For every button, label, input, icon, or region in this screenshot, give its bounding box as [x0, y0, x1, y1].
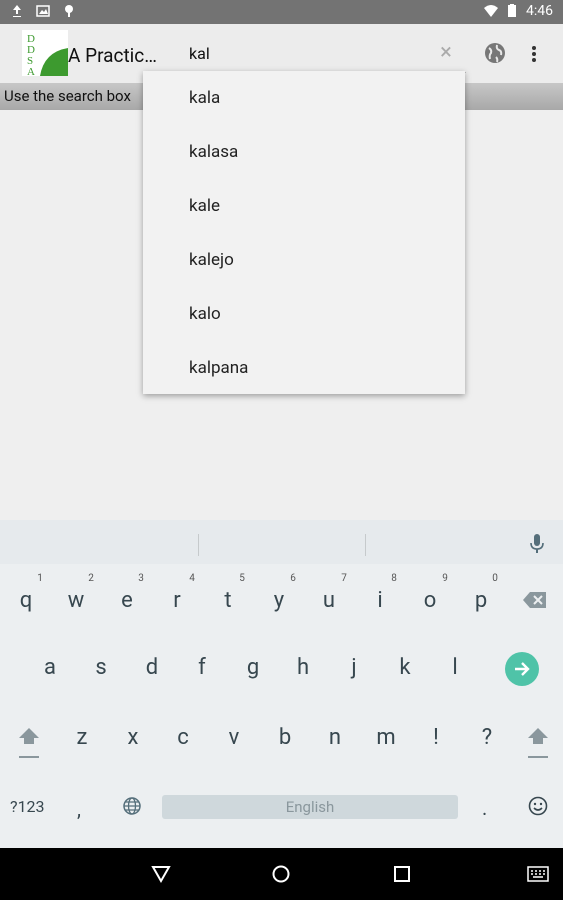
key-exclamation[interactable]: !	[421, 725, 451, 750]
suggestion-item[interactable]: kala	[189, 88, 220, 108]
space-bar[interactable]: English	[162, 795, 458, 819]
svg-text:A: A	[27, 66, 35, 76]
key-hint: 6	[290, 573, 296, 584]
key-u[interactable]: u	[314, 588, 344, 613]
key-a[interactable]: a	[35, 655, 65, 680]
suggestion-divider	[365, 534, 366, 556]
suggestion-item[interactable]: kalejo	[189, 250, 234, 270]
suggestion-item[interactable]: kalpana	[189, 358, 248, 378]
key-l[interactable]: l	[440, 655, 470, 680]
key-r[interactable]: r	[162, 588, 192, 613]
key-q[interactable]: q	[11, 588, 41, 613]
enter-button[interactable]	[505, 652, 539, 686]
key-e[interactable]: e	[112, 588, 142, 613]
key-t[interactable]: t	[213, 588, 243, 613]
suggestion-dropdown: kala kalasa kale kalejo kalo kalpana	[143, 71, 465, 394]
image-icon	[36, 5, 50, 17]
key-k[interactable]: k	[390, 655, 420, 680]
arrow-right-icon	[515, 662, 530, 676]
upload-icon	[13, 5, 21, 17]
key-s[interactable]: s	[86, 655, 116, 680]
battery-icon	[508, 4, 516, 17]
system-nav-bar	[0, 848, 563, 900]
shift-icon[interactable]	[525, 726, 551, 760]
keyboard-suggestion-strip	[0, 520, 563, 564]
suggestion-item[interactable]: kale	[189, 196, 220, 216]
key-period[interactable]: .	[482, 796, 487, 820]
key-g[interactable]: g	[238, 655, 268, 680]
overflow-menu-icon[interactable]	[527, 44, 541, 64]
clear-search-icon[interactable]: ×	[436, 42, 456, 64]
shift-icon[interactable]	[16, 726, 42, 760]
key-hint: 7	[341, 573, 347, 584]
key-d[interactable]: d	[137, 655, 167, 680]
language-globe-icon[interactable]	[122, 796, 142, 816]
key-n[interactable]: n	[320, 725, 350, 750]
recents-icon[interactable]	[393, 865, 411, 883]
key-x[interactable]: x	[118, 725, 148, 750]
key-f[interactable]: f	[187, 655, 217, 680]
app-title: A Practic…	[68, 44, 157, 67]
microphone-icon[interactable]	[529, 533, 545, 555]
app-logo: D D S A	[22, 30, 68, 78]
key-hint: 3	[138, 573, 144, 584]
key-c[interactable]: c	[168, 725, 198, 750]
key-hint: 9	[442, 573, 448, 584]
key-i[interactable]: i	[365, 588, 395, 613]
key-h[interactable]: h	[288, 655, 318, 680]
status-bar: 4:46	[0, 0, 563, 24]
keyboard-icon[interactable]	[527, 866, 549, 882]
key-hint: 5	[239, 573, 245, 584]
key-hint: 4	[189, 573, 195, 584]
key-p[interactable]: p	[466, 588, 496, 613]
back-icon[interactable]	[150, 864, 172, 884]
suggestion-item[interactable]: kalo	[189, 304, 221, 324]
key-y[interactable]: y	[264, 588, 294, 613]
key-o[interactable]: o	[415, 588, 445, 613]
pin-icon	[65, 5, 73, 17]
key-hint: 0	[492, 573, 498, 584]
backspace-icon[interactable]	[522, 590, 548, 610]
key-hint: 2	[88, 573, 94, 584]
suggestion-item[interactable]: kalasa	[189, 142, 238, 162]
hint-text: Use the search box	[4, 87, 131, 105]
globe-icon[interactable]	[483, 41, 507, 65]
status-time: 4:46	[526, 3, 553, 19]
key-comma[interactable]: ,	[77, 797, 81, 821]
key-j[interactable]: j	[339, 655, 369, 680]
symbols-key[interactable]: ?123	[10, 797, 45, 816]
key-m[interactable]: m	[371, 725, 401, 750]
key-hint: 8	[391, 573, 397, 584]
key-question[interactable]: ?	[472, 725, 502, 750]
emoji-icon[interactable]	[528, 796, 548, 816]
key-w[interactable]: w	[61, 588, 91, 613]
key-hint: 1	[37, 573, 43, 584]
search-input[interactable]	[189, 44, 419, 63]
key-b[interactable]: b	[270, 725, 300, 750]
key-v[interactable]: v	[219, 725, 249, 750]
home-icon[interactable]	[271, 864, 291, 884]
suggestion-divider	[198, 534, 199, 556]
key-z[interactable]: z	[67, 725, 97, 750]
wifi-icon	[484, 5, 498, 17]
